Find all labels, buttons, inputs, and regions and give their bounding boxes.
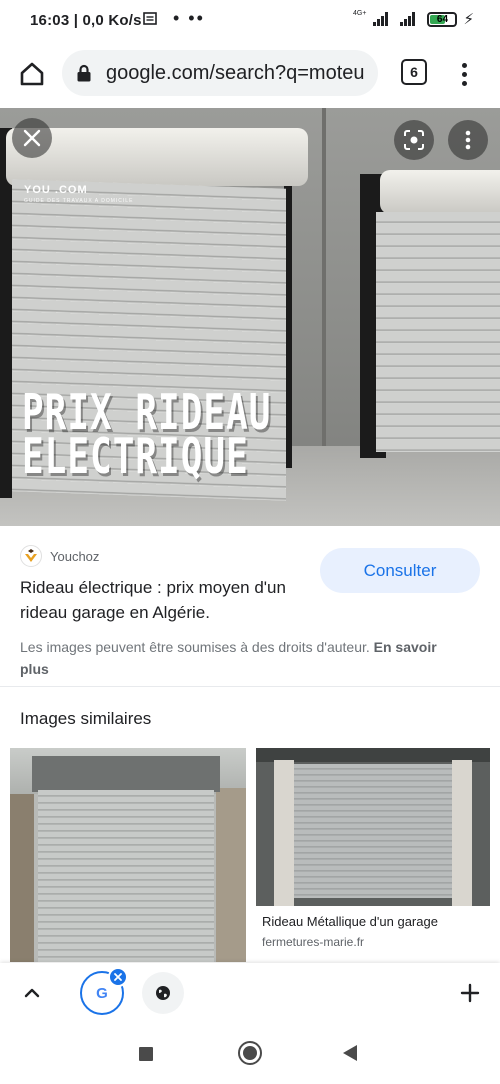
close-icon [114,973,122,981]
similar-image-2[interactable] [256,748,490,906]
lens-icon [404,130,424,150]
similar-image-2-title: Rideau Métallique d'un garage [262,914,438,929]
status-bar: 16:03 | 0,0 Ko/s • •• 4G+ 64 ⚡ [0,0,500,42]
copyright-text: Les images peuvent être soumises à des d… [20,639,370,655]
copyright-notice: Les images peuvent être soumises à des d… [20,636,460,680]
rolling-door-right [376,212,500,452]
status-time-speed: 16:03 | 0,0 Ko/s [30,12,142,29]
plus-icon [460,983,480,1003]
consult-button[interactable]: Consulter [320,548,480,593]
thumb1-wall-left [10,794,34,962]
similar-image-2-source: fermetures-marie.fr [262,935,365,949]
home-button[interactable] [14,56,50,92]
more-vert-icon [465,130,471,150]
message-icon [143,12,157,31]
status-icons: 4G+ 64 ⚡ [353,9,474,29]
watermark-text: YOU .COM [24,184,88,196]
result-source[interactable]: Youchoz [20,545,99,567]
network-type-label: 4G+ [353,9,367,17]
browser-toolbar: google.com/search?q=moteu 6 [0,42,500,106]
chevron-up-icon [24,988,40,998]
bottom-toolbar: G [0,963,500,1025]
website-tab-button[interactable] [142,972,184,1014]
close-preview-button[interactable] [12,118,52,158]
thumb1-wall-right [216,788,246,962]
close-tab-badge[interactable] [108,967,128,987]
signal-icon-2 [400,12,416,26]
lens-button[interactable] [394,120,434,160]
recents-button[interactable] [139,1047,153,1061]
thumb1-housing [32,756,220,792]
similar-image-1[interactable] [10,748,246,962]
thumb2-pillar-left [274,760,294,906]
battery-icon: 64 [427,11,458,27]
google-letter: G [96,984,108,1002]
notification-dots: • •• [173,8,205,28]
overlay-title-line2: ELECTRIQUE [22,430,249,486]
globe-icon [156,986,170,1000]
close-icon [23,129,41,147]
home-icon [20,62,44,86]
url-text: google.com/search?q=moteu [106,61,365,84]
preview-menu-button[interactable] [448,120,488,160]
back-button[interactable] [343,1045,357,1061]
lock-icon [62,64,106,82]
charging-icon: ⚡ [463,11,474,28]
new-tab-button[interactable] [456,979,484,1007]
tab-switcher-button[interactable]: 6 [401,59,427,85]
section-divider [0,686,500,687]
signal-icon [373,12,389,26]
battery-level: 64 [436,13,449,25]
similar-image-2-caption[interactable]: Rideau Métallique d'un garage fermetures… [262,913,492,951]
google-g-icon: G [96,985,108,1002]
similar-images-heading: Images similaires [20,709,152,728]
home-circle-icon [243,1046,257,1060]
home-nav-button[interactable] [238,1041,262,1065]
address-bar[interactable]: google.com/search?q=moteu [62,50,378,96]
image-preview[interactable]: YOU .COM GUIDE DES TRAVAUX A DOMICILE PR… [0,108,500,526]
source-logo-icon [20,545,42,567]
result-title[interactable]: Rideau électrique : prix moyen d'un ride… [20,575,300,625]
watermark-subtext: GUIDE DES TRAVAUX A DOMICILE [24,198,134,204]
source-name: Youchoz [50,548,100,564]
system-navigation-bar [0,1025,500,1084]
thumb2-door [294,764,452,898]
overflow-menu-icon[interactable] [452,56,476,92]
thumb1-door [38,790,214,962]
thumb2-pillar-right [452,760,472,906]
expand-up-button[interactable] [18,979,46,1007]
door-roll-right [380,170,500,214]
